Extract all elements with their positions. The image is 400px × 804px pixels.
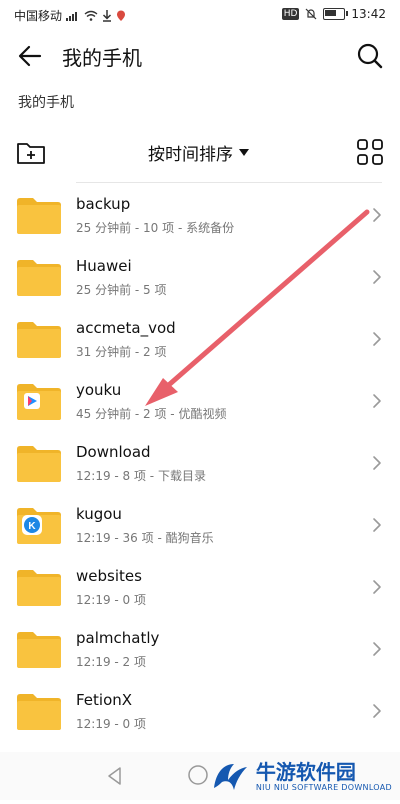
watermark: 牛游软件园 NIU NIU SOFTWARE DOWNLOAD bbox=[210, 758, 392, 794]
file-meta: 12:19 - 36 项 - 酷狗音乐 bbox=[76, 531, 214, 545]
file-row[interactable]: Download 12:19 - 8 项 - 下载目录 bbox=[0, 432, 400, 494]
battery-icon bbox=[323, 8, 349, 20]
file-row[interactable]: accmeta_vod 31 分钟前 - 2 项 bbox=[0, 308, 400, 370]
sort-dropdown[interactable]: 按时间排序 bbox=[148, 140, 249, 165]
folder-icon bbox=[17, 260, 61, 296]
file-row[interactable]: youku 45 分钟前 - 2 项 - 优酷视频 bbox=[0, 370, 400, 432]
file-name: kugou bbox=[76, 505, 122, 523]
folder-plus-icon[interactable] bbox=[16, 138, 46, 166]
toolbar: 按时间排序 bbox=[0, 130, 400, 174]
file-name: Huawei bbox=[76, 257, 132, 275]
svg-text:K: K bbox=[28, 521, 36, 532]
folder-icon bbox=[17, 694, 61, 730]
chevron-right-icon bbox=[373, 208, 381, 222]
status-time: 13:42 bbox=[351, 7, 386, 21]
folder-icon bbox=[17, 384, 61, 420]
youku-app-icon bbox=[24, 393, 40, 409]
wifi-icon bbox=[84, 10, 98, 21]
hd-badge: HD bbox=[281, 8, 300, 20]
caret-down-icon bbox=[239, 149, 249, 156]
folder-icon: K bbox=[17, 508, 61, 544]
file-row[interactable]: Kkugou 12:19 - 36 项 - 酷狗音乐 bbox=[0, 494, 400, 556]
file-meta: 12:19 - 0 项 bbox=[76, 717, 146, 731]
file-row[interactable]: FetionX 12:19 - 0 项 bbox=[0, 680, 400, 742]
file-name: Download bbox=[76, 443, 151, 461]
status-bar: 中国移动 HD 13:42 bbox=[0, 0, 400, 30]
kugou-app-icon: K bbox=[22, 515, 42, 535]
file-meta: 25 分钟前 - 5 项 bbox=[76, 283, 167, 297]
file-name: backup bbox=[76, 195, 131, 213]
folder-icon bbox=[17, 632, 61, 668]
file-meta: 12:19 - 2 项 bbox=[76, 655, 146, 669]
chevron-right-icon bbox=[373, 580, 381, 594]
chevron-right-icon bbox=[373, 704, 381, 718]
watermark-subtitle: NIU NIU SOFTWARE DOWNLOAD bbox=[255, 782, 392, 792]
file-meta: 12:19 - 0 项 bbox=[76, 593, 146, 607]
file-meta: 12:19 - 8 项 - 下载目录 bbox=[76, 469, 206, 483]
chevron-right-icon bbox=[373, 642, 381, 656]
mute-icon bbox=[305, 8, 317, 20]
file-name: palmchatly bbox=[76, 629, 160, 647]
chevron-right-icon bbox=[373, 518, 381, 532]
watermark-title: 牛游软件园 bbox=[255, 759, 356, 784]
chevron-right-icon bbox=[373, 456, 381, 470]
arrow-left-icon[interactable] bbox=[14, 40, 46, 72]
search-icon[interactable] bbox=[354, 40, 386, 72]
chevron-right-icon bbox=[373, 270, 381, 284]
download-icon bbox=[102, 9, 112, 22]
file-name: accmeta_vod bbox=[76, 319, 176, 337]
file-meta: 45 分钟前 - 2 项 - 优酷视频 bbox=[76, 407, 227, 421]
folder-icon bbox=[17, 570, 61, 606]
folder-icon bbox=[17, 446, 61, 482]
file-meta: 31 分钟前 - 2 项 bbox=[76, 345, 167, 359]
file-row[interactable]: backup 25 分钟前 - 10 项 - 系统备份 bbox=[0, 184, 400, 246]
app-bar: 我的手机 bbox=[0, 30, 400, 80]
divider bbox=[76, 182, 382, 183]
chevron-right-icon bbox=[373, 332, 381, 346]
file-name: FetionX bbox=[76, 691, 133, 709]
grid-icon[interactable] bbox=[356, 138, 384, 166]
file-row[interactable]: palmchatly 12:19 - 2 项 bbox=[0, 618, 400, 680]
file-name: websites bbox=[76, 567, 142, 585]
watermark-logo-icon bbox=[213, 764, 247, 790]
nav-home-icon[interactable] bbox=[187, 764, 209, 786]
folder-icon bbox=[17, 322, 61, 358]
file-row[interactable]: websites 12:19 - 0 项 bbox=[0, 556, 400, 618]
breadcrumb[interactable]: 我的手机 bbox=[18, 92, 74, 112]
nav-back-icon[interactable] bbox=[105, 766, 125, 786]
location-icon bbox=[117, 10, 126, 21]
file-list: backup 25 分钟前 - 10 项 - 系统备份 Huawei 25 分钟前 -… bbox=[0, 184, 400, 804]
chevron-right-icon bbox=[373, 394, 381, 408]
signal-icon bbox=[66, 12, 78, 21]
page-title: 我的手机 bbox=[62, 46, 142, 70]
file-meta: 25 分钟前 - 10 项 - 系统备份 bbox=[76, 221, 235, 235]
carrier-label: 中国移动 bbox=[14, 9, 63, 23]
folder-icon bbox=[17, 198, 61, 234]
sort-label: 按时间排序 bbox=[148, 145, 233, 165]
file-row[interactable]: Huawei 25 分钟前 - 5 项 bbox=[0, 246, 400, 308]
file-name: youku bbox=[76, 381, 122, 399]
